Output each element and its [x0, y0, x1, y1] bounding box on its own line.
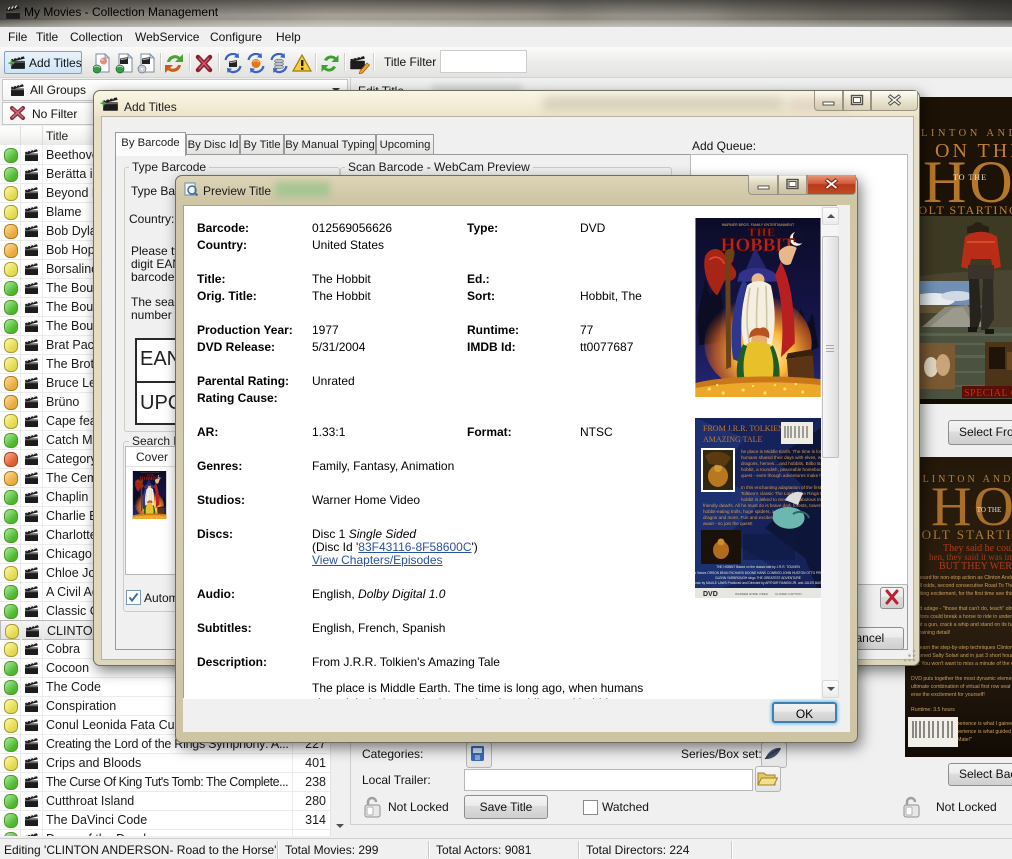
svg-text:of biting excitement, for the: of biting excitement, for the first time… [911, 591, 1012, 597]
svg-text:BUT THEY WER: BUT THEY WER [939, 561, 1012, 572]
svg-text:CLINTON ANDERSON: CLINTON ANDERSON [910, 128, 1012, 139]
svg-text:u'll learn the step-by-step te: u'll learn the step-by-step techniques C… [911, 645, 1012, 651]
svg-text:y named Salty Solari and in ju: y named Salty Solari and in just 3 short… [911, 653, 1012, 659]
svg-text:DVD puts together the most dyn: DVD puts together the most dynamic eleme… [911, 676, 1012, 682]
svg-text:erse the excitement for yourse: erse the excitement for yourself! [911, 692, 985, 698]
svg-text:ultimate combination of virtua: ultimate combination of virtual first ro… [911, 684, 1012, 690]
svg-text:westors could break a horse to: westors could break a horse to ride in u… [911, 614, 1012, 620]
svg-text:SPECIAL CLINICS INC: SPECIAL CLINICS INC [964, 388, 1012, 399]
svg-text:COLT STARTING UNDER SADDLE: COLT STARTING UNDER SADDLE [909, 203, 1012, 217]
svg-text:thout a gun, crack a whip and: thout a gun, crack a whip and stand on i… [911, 622, 1012, 628]
svg-text:Runtime: 3.5 hours: Runtime: 3.5 hours [911, 707, 955, 713]
svg-text:e old adage - "those that can': e old adage - "those that can't do, teac… [911, 606, 1012, 612]
svg-text:COLT STARTING UNDER: COLT STARTING UNDER [911, 527, 1012, 542]
svg-text:ran. You won't want to miss a: ran. You won't want to miss a minute of … [911, 661, 1012, 667]
svg-text:on board for non-stop action a: on board for non-stop action as Clinton … [911, 575, 1012, 581]
svg-text:TO THE: TO THE [977, 506, 1001, 514]
svg-text:at all odds, second consecutiv: at all odds, second consecutive Road To … [911, 583, 1012, 589]
svg-text:TO THE: TO THE [953, 173, 987, 182]
